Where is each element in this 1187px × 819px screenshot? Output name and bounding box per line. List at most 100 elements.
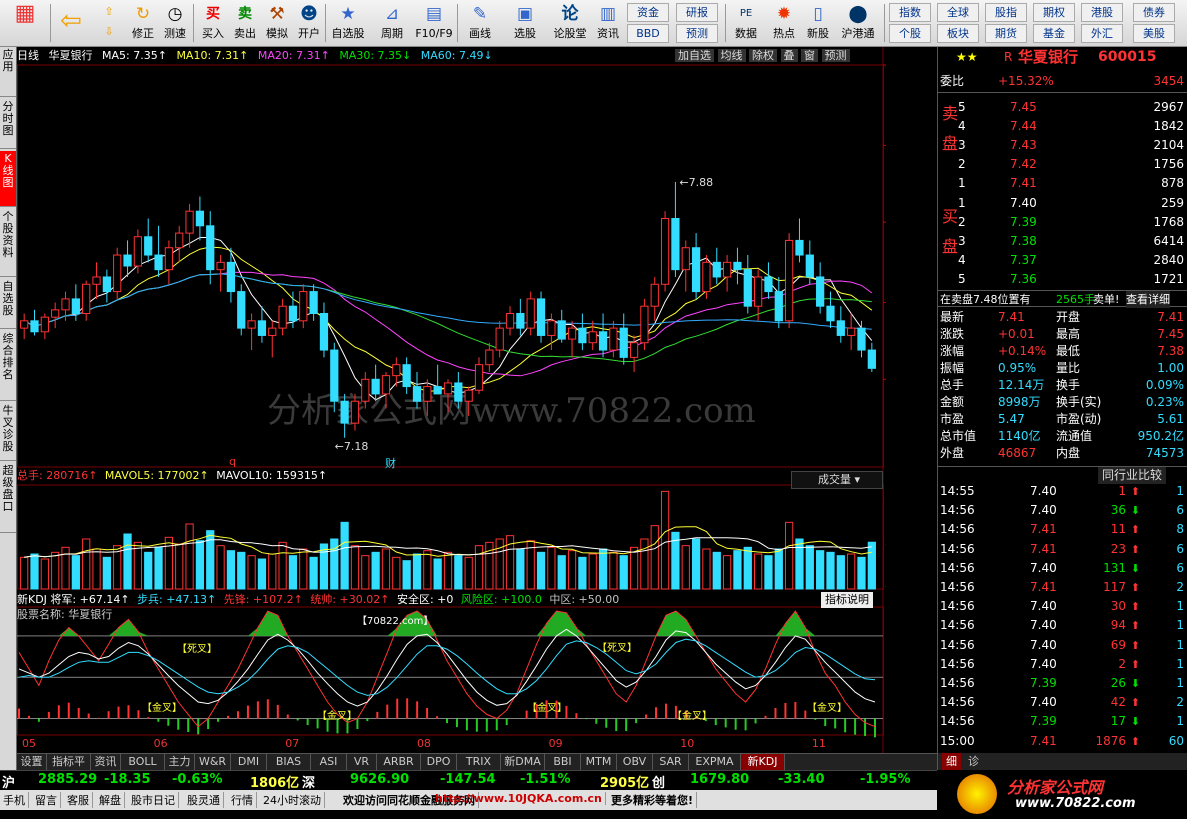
status-item-3[interactable]: 解盘	[96, 792, 125, 808]
mkt-btn-2[interactable]: 全球	[937, 3, 979, 22]
candle	[702, 261, 711, 293]
indicator-tab-3[interactable]: BOLL	[121, 754, 165, 770]
mkt-btn-4[interactable]: 股指	[985, 3, 1027, 22]
window-button[interactable]: 窗	[801, 49, 818, 62]
back-button[interactable]: ⇦	[53, 2, 89, 45]
toolbar-btn-5[interactable]: ☻ 开户	[292, 2, 326, 45]
indicator-tab-8[interactable]: ASI	[311, 754, 347, 770]
status-item-2[interactable]: 客服	[64, 792, 93, 808]
mkt-btn-5[interactable]: 期货	[985, 24, 1027, 43]
back-arrow-icon: ⇦	[60, 6, 82, 36]
toolbar-btn-13[interactable]: PE 数据	[729, 2, 763, 45]
overlay-button[interactable]: 叠	[780, 49, 798, 62]
mkt-btn-0[interactable]: 指数	[889, 3, 931, 22]
volume-bar	[474, 545, 484, 590]
indicator-tab-5[interactable]: W&R	[195, 754, 231, 770]
forecast-button[interactable]: 预测	[821, 49, 850, 62]
candle	[237, 291, 246, 329]
candle	[609, 327, 618, 351]
diagnose-tab[interactable]: 诊	[968, 753, 979, 770]
side-tab-6[interactable]: 牛叉诊股	[0, 403, 16, 461]
side-tab-7[interactable]: 超级盘口	[0, 463, 16, 533]
detail-tab[interactable]: 细	[942, 753, 961, 770]
stat-label: 总手	[940, 378, 965, 392]
toolbar-btn-9[interactable]: ✎ 画线	[460, 2, 500, 45]
toolbar-btn-11[interactable]: 论论股堂	[550, 2, 590, 45]
indicator-tab-12[interactable]: TRIX	[457, 754, 501, 770]
status-item-1[interactable]: 留言	[32, 792, 61, 808]
f10-icon: ▤	[425, 4, 443, 24]
indicator-tab-7[interactable]: BIAS	[267, 754, 311, 770]
volume-indicator-select[interactable]: 成交量 ▾	[791, 471, 883, 489]
side-tab-5[interactable]: 综合排名	[0, 331, 16, 401]
add-watch-button[interactable]: 加自选	[675, 49, 714, 62]
toolbar-btn-2[interactable]: 买买入	[196, 2, 230, 45]
kdj-infantry-label: 步兵: +47.13↑	[137, 593, 217, 606]
mkt-btn-11[interactable]: 美股	[1133, 24, 1175, 43]
side-tab-0[interactable]: 应用	[0, 47, 16, 97]
status-item-4[interactable]: 股市日记	[128, 792, 179, 808]
toolbar-txt-3[interactable]: 预测	[676, 24, 718, 43]
indicator-tab-4[interactable]: 主力	[165, 754, 195, 770]
mkt-btn-9[interactable]: 外汇	[1081, 24, 1123, 43]
indicator-tab-17[interactable]: SAR	[653, 754, 689, 770]
tick-row: 14:56 7.40 2 1 ⬆	[938, 656, 1187, 673]
indicator-tab-10[interactable]: ARBR	[377, 754, 421, 770]
ma-line-button[interactable]: 均线	[717, 49, 746, 62]
toolbar-btn-1[interactable]: ◷ 测速	[158, 2, 192, 45]
indicator-tab-18[interactable]: EXPMA	[689, 754, 741, 770]
toolbar-btn-8[interactable]: ▤ F10/F9	[414, 2, 454, 45]
nav-up-down[interactable]: ⇧ ⇩	[96, 2, 122, 45]
toolbar-btn-3[interactable]: 卖卖出	[228, 2, 262, 45]
ex-rights-button[interactable]: 除权	[749, 49, 777, 62]
toolbar-btn-4[interactable]: ⚒ 模拟	[260, 2, 294, 45]
side-tab-2[interactable]: K线图	[0, 151, 16, 207]
toolbar-txt-0[interactable]: 资金	[627, 3, 669, 22]
toolbar-btn-7[interactable]: ⊿ 周期	[372, 2, 412, 45]
status-item-6[interactable]: 行情	[228, 792, 257, 808]
toolbar-btn-15[interactable]: ▯ 新股	[801, 2, 835, 45]
side-tab-4[interactable]: 自选股	[0, 279, 16, 329]
volume-bar	[299, 548, 308, 590]
peer-compare-button[interactable]: 同行业比较	[1098, 467, 1167, 484]
indicator-tab-0[interactable]: 设置	[17, 754, 47, 770]
toolbar-btn-14[interactable]: ✹ 热点	[767, 2, 801, 45]
toolbar-txt-2[interactable]: 研报	[676, 3, 718, 22]
arrow-up-icon: ⬆	[1130, 696, 1140, 710]
toolbar-btn-16[interactable]: ⬤ 沪港通	[836, 2, 880, 45]
mkt-btn-1[interactable]: 个股	[889, 24, 931, 43]
status-item-0[interactable]: 手机	[0, 792, 29, 808]
indicator-tab-6[interactable]: DMI	[231, 754, 267, 770]
side-tab-1[interactable]: 分时图	[0, 99, 16, 149]
indicator-tab-1[interactable]: 指标平台	[47, 754, 91, 784]
mkt-btn-8[interactable]: 港股	[1081, 3, 1123, 22]
side-tab-3[interactable]: 个股资料	[0, 209, 16, 277]
candle	[226, 261, 236, 293]
indicator-help-button[interactable]: 指标说明	[821, 592, 873, 608]
toolbar-btn-6[interactable]: ★ 自选股	[328, 2, 368, 45]
toolbar-btn-10[interactable]: ▣ 选股	[505, 2, 545, 45]
app-logo-icon[interactable]: ▦	[6, 2, 44, 45]
indicator-tab-16[interactable]: OBV	[617, 754, 653, 770]
toolbar-txt-1[interactable]: BBD	[627, 24, 669, 43]
mkt-btn-7[interactable]: 基金	[1033, 24, 1075, 43]
toolbar-btn-12[interactable]: ▥ 资讯	[591, 2, 625, 45]
arrow-up-icon: ⬆	[1130, 734, 1140, 748]
mkt-btn-10[interactable]: 债券	[1133, 3, 1175, 22]
view-detail-link[interactable]: 查看详细	[1126, 291, 1170, 308]
kline-chart-area[interactable]: 8.20 7.98 7.77 7.55 7.34 分析家公式网www.70822.com ←…	[17, 47, 886, 753]
indicator-tab-19[interactable]: 新KDJ	[741, 754, 785, 770]
status-item-7[interactable]: 24小时滚动	[260, 792, 325, 808]
indicator-tab-11[interactable]: DPO	[421, 754, 457, 770]
indicator-tab-9[interactable]: VR	[347, 754, 377, 770]
indicator-tab-2[interactable]: 资讯	[91, 754, 121, 770]
indicator-tab-13[interactable]: 新DMA	[501, 754, 545, 770]
indicator-tab-14[interactable]: BBI	[545, 754, 581, 770]
toolbar-btn-0[interactable]: ↻ 修正	[126, 2, 160, 45]
indicator-tab-15[interactable]: MTM	[581, 754, 617, 770]
mkt-btn-3[interactable]: 板块	[937, 24, 979, 43]
mkt-btn-6[interactable]: 期权	[1033, 3, 1075, 22]
buy-level-num: 4	[958, 253, 966, 267]
arrow-down-icon: ⬇	[1130, 677, 1140, 690]
status-item-5[interactable]: 股灵通	[184, 792, 224, 808]
